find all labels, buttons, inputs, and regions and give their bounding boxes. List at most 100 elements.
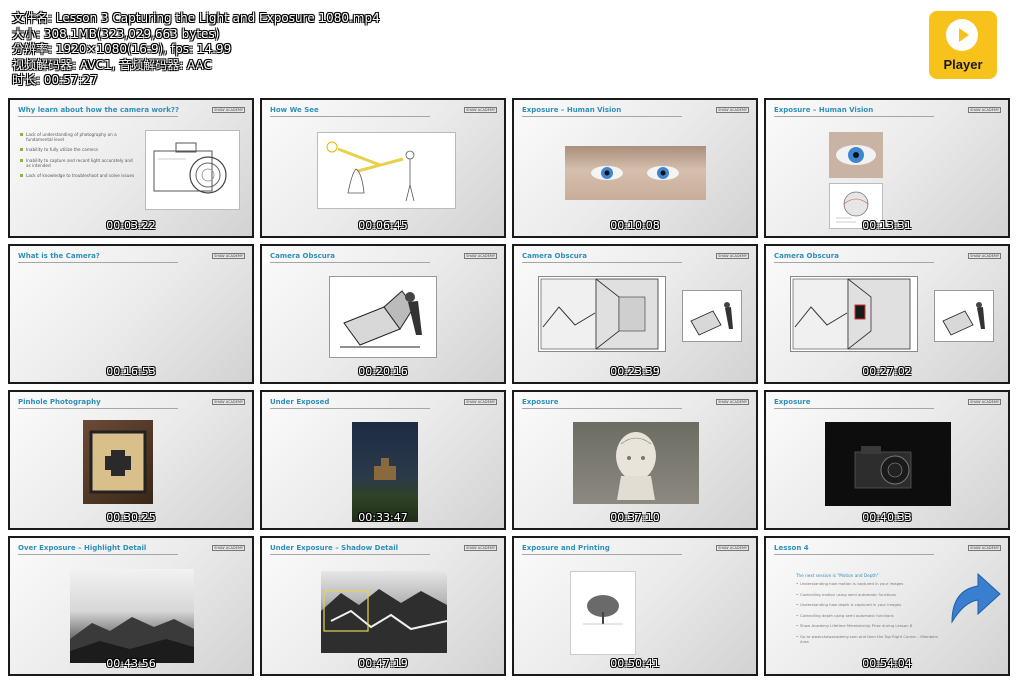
camera-sketch-image xyxy=(145,130,240,210)
title-rule xyxy=(18,116,178,117)
camera-obscura-small-engraving xyxy=(934,290,994,342)
slide-title: Camera Obscura xyxy=(774,252,839,260)
timestamp: 00:40:33 xyxy=(862,511,912,524)
bw-mountains-photo xyxy=(70,569,194,663)
thumbnail[interactable]: Why learn about how the camera work?? SH… xyxy=(8,98,254,238)
thumbnail[interactable]: Under Exposed SHAW ACADEMY 00:33:47 xyxy=(260,390,506,530)
thumbnail[interactable]: Exposure and Printing SHAW ACADEMY 00:50… xyxy=(512,536,758,676)
lesson4-item: Controlling depth using semi automatic f… xyxy=(796,613,946,619)
slide-title: Lesson 4 xyxy=(774,544,809,552)
slide-title: Camera Obscura xyxy=(522,252,587,260)
codec-line: 视频解码器: AVC1, 音频解码器: AAC xyxy=(12,57,212,72)
brand-logo: SHAW ACADEMY xyxy=(968,399,1001,405)
title-rule xyxy=(270,262,430,263)
slide-title: Exposure xyxy=(774,398,811,406)
slide-title: Under Exposed xyxy=(270,398,330,406)
brand-logo: SHAW ACADEMY xyxy=(716,107,749,113)
play-icon xyxy=(946,19,978,51)
medium-format-camera-photo xyxy=(825,422,951,506)
camera-obscura-small-engraving xyxy=(682,290,742,342)
brand-logo: SHAW ACADEMY xyxy=(716,253,749,259)
slide-title: Exposure and Printing xyxy=(522,544,610,552)
thumbnail[interactable]: Camera Obscura SHAW ACADEMY 00:20:16 xyxy=(260,244,506,384)
title-rule xyxy=(270,408,430,409)
thumbnail[interactable]: Camera Obscura SHAW ACADEMY 00:27:02 xyxy=(764,244,1010,384)
size-line: 大小: 308.1MB(323,029,663 bytes) xyxy=(12,26,220,41)
title-rule xyxy=(18,262,178,263)
filename-line: 文件名: Lesson 3 Capturing the Light and Ex… xyxy=(12,11,380,25)
camera-obscura-engraving xyxy=(329,276,437,358)
title-rule xyxy=(774,116,934,117)
timestamp: 00:20:16 xyxy=(358,365,408,378)
eye-closeup-photo xyxy=(829,132,883,178)
brand-logo: SHAW ACADEMY xyxy=(716,545,749,551)
slide-title: Why learn about how the camera work?? xyxy=(18,106,179,114)
slide-title: Over Exposure – Highlight Detail xyxy=(18,544,147,552)
title-rule xyxy=(522,408,682,409)
thumbnail[interactable]: Over Exposure – Highlight Detail SHAW AC… xyxy=(8,536,254,676)
brand-logo: SHAW ACADEMY xyxy=(968,107,1001,113)
title-rule xyxy=(522,554,682,555)
arrow-icon xyxy=(948,566,1002,626)
thumbnail[interactable]: Exposure – Human Vision SHAW ACADEMY 00:… xyxy=(512,98,758,238)
timestamp: 00:16:53 xyxy=(106,365,156,378)
timestamp: 00:50:41 xyxy=(610,657,660,670)
player-logo[interactable]: Player xyxy=(929,11,997,79)
brand-logo: SHAW ACADEMY xyxy=(212,253,245,259)
lesson4-item: Controlling motion using semi automatic … xyxy=(796,592,946,598)
thumbnail[interactable]: Pinhole Photography SHAW ACADEMY 00:30:2… xyxy=(8,390,254,530)
thumbnail[interactable]: Exposure SHAW ACADEMY 00:40:33 xyxy=(764,390,1010,530)
how-we-see-diagram xyxy=(317,132,456,209)
camera-obscura-room xyxy=(538,276,666,352)
title-rule xyxy=(18,554,178,555)
thumbnail[interactable]: Exposure – Human Vision SHAW ACADEMY 00:… xyxy=(764,98,1010,238)
slide-title: Exposure – Human Vision xyxy=(522,106,622,114)
slide-title: Pinhole Photography xyxy=(18,398,101,406)
brand-logo: SHAW ACADEMY xyxy=(464,399,497,405)
slide-title: How We See xyxy=(270,106,319,114)
title-rule xyxy=(18,408,178,409)
lesson4-item: Understanding how motion is captured in … xyxy=(796,581,946,587)
bw-mountains-shadow-photo xyxy=(321,571,448,653)
thumbnail[interactable]: What is the Camera? SHAW ACADEMY 00:16:5… xyxy=(8,244,254,384)
bullet-item: Inability to fully utilize the camera xyxy=(20,147,138,152)
brand-logo: SHAW ACADEMY xyxy=(968,545,1001,551)
title-rule xyxy=(774,262,934,263)
thumbnail-grid: Why learn about how the camera work?? SH… xyxy=(8,98,1014,682)
bullet-item: Inability to capture and record light ac… xyxy=(20,158,138,168)
slide-title: What is the Camera? xyxy=(18,252,100,260)
brand-logo: SHAW ACADEMY xyxy=(212,545,245,551)
eyes-photo xyxy=(565,146,706,200)
timestamp: 00:33:47 xyxy=(358,511,408,524)
slide-title: Camera Obscura xyxy=(270,252,335,260)
dark-landscape-photo xyxy=(352,422,418,522)
slide-title: Under Exposure – Shadow Detail xyxy=(270,544,399,552)
brand-logo: SHAW ACADEMY xyxy=(464,107,497,113)
timestamp: 00:54:04 xyxy=(862,657,912,670)
timestamp: 00:43:56 xyxy=(106,657,156,670)
bullet-item: Lack of understanding of photography on … xyxy=(20,132,138,142)
title-rule xyxy=(774,408,934,409)
brand-logo: SHAW ACADEMY xyxy=(212,399,245,405)
thumbnail[interactable]: Lesson 4 SHAW ACADEMY The next session i… xyxy=(764,536,1010,676)
timestamp: 00:10:08 xyxy=(610,219,660,232)
slide-title: Exposure xyxy=(522,398,559,406)
goto-text: Go to www.shawacademy.com and then the T… xyxy=(796,634,946,644)
brand-logo: SHAW ACADEMY xyxy=(716,399,749,405)
bullet-item: Lack of knowledge to troubleshoot and so… xyxy=(20,173,138,178)
timestamp: 00:13:31 xyxy=(862,219,912,232)
thumbnail[interactable]: How We See SHAW ACADEMY 00:06:45 xyxy=(260,98,506,238)
bullet-list: Lack of understanding of photography on … xyxy=(20,132,138,183)
next-session-text: The next session is "Motion and Depth" xyxy=(796,573,879,578)
tree-print-photo xyxy=(570,571,636,655)
thumbnail[interactable]: Exposure SHAW ACADEMY 00:37:10 xyxy=(512,390,758,530)
membership-text: Shaw Academy Lifetime Membership Prize d… xyxy=(796,624,946,629)
brand-logo: SHAW ACADEMY xyxy=(464,253,497,259)
title-rule xyxy=(522,262,682,263)
title-rule xyxy=(270,554,430,555)
thumbnail[interactable]: Camera Obscura SHAW ACADEMY 00:23:39 xyxy=(512,244,758,384)
resolution-line: 分辨率: 1920×1080(16:9), fps: 14.99 xyxy=(12,42,232,57)
lesson4-item: Understanding how depth is captured in y… xyxy=(796,603,946,608)
thumbnail[interactable]: Under Exposure – Shadow Detail SHAW ACAD… xyxy=(260,536,506,676)
timestamp: 00:06:45 xyxy=(358,219,408,232)
